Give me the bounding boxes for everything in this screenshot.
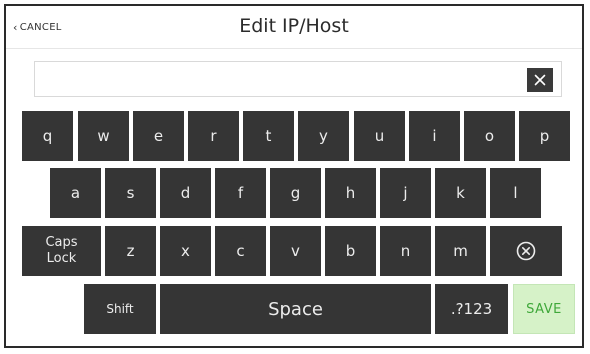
- close-icon: [534, 74, 546, 86]
- key-s[interactable]: s: [105, 168, 156, 218]
- key-n[interactable]: n: [380, 226, 431, 276]
- key-c[interactable]: c: [215, 226, 266, 276]
- save-button[interactable]: SAVE: [513, 284, 575, 334]
- key-r[interactable]: r: [188, 111, 239, 161]
- backspace-icon: [516, 241, 536, 261]
- key-v[interactable]: v: [270, 226, 321, 276]
- clear-input-button[interactable]: [527, 68, 553, 92]
- key-e[interactable]: e: [133, 111, 184, 161]
- key-t[interactable]: t: [243, 111, 294, 161]
- ip-host-field[interactable]: [34, 61, 562, 97]
- key-x[interactable]: x: [160, 226, 211, 276]
- backspace-key[interactable]: [490, 226, 562, 276]
- page-title: Edit IP/Host: [239, 15, 349, 37]
- key-w[interactable]: w: [78, 111, 129, 161]
- caps-lock-label-line2: Lock: [46, 251, 77, 266]
- key-q[interactable]: q: [22, 111, 73, 161]
- key-b[interactable]: b: [325, 226, 376, 276]
- key-o[interactable]: o: [464, 111, 515, 161]
- key-a[interactable]: a: [50, 168, 101, 218]
- key-i[interactable]: i: [409, 111, 460, 161]
- header-bar: ‹ CANCEL Edit IP/Host: [6, 6, 582, 49]
- edit-ip-host-screen: ‹ CANCEL Edit IP/Host q w e r t y u i o …: [4, 4, 584, 348]
- key-p[interactable]: p: [519, 111, 570, 161]
- numeric-mode-key[interactable]: .?123: [435, 284, 508, 334]
- key-y[interactable]: y: [298, 111, 349, 161]
- key-g[interactable]: g: [270, 168, 321, 218]
- key-j[interactable]: j: [380, 168, 431, 218]
- space-key[interactable]: Space: [160, 284, 431, 334]
- key-f[interactable]: f: [215, 168, 266, 218]
- key-l[interactable]: l: [490, 168, 541, 218]
- ip-host-input[interactable]: [35, 62, 515, 96]
- key-k[interactable]: k: [435, 168, 486, 218]
- key-z[interactable]: z: [105, 226, 156, 276]
- caps-lock-label-line1: Caps: [45, 235, 78, 250]
- key-u[interactable]: u: [354, 111, 405, 161]
- key-d[interactable]: d: [160, 168, 211, 218]
- key-h[interactable]: h: [325, 168, 376, 218]
- caps-lock-key[interactable]: Caps Lock: [22, 226, 101, 276]
- shift-key[interactable]: Shift: [84, 284, 156, 334]
- key-m[interactable]: m: [435, 226, 486, 276]
